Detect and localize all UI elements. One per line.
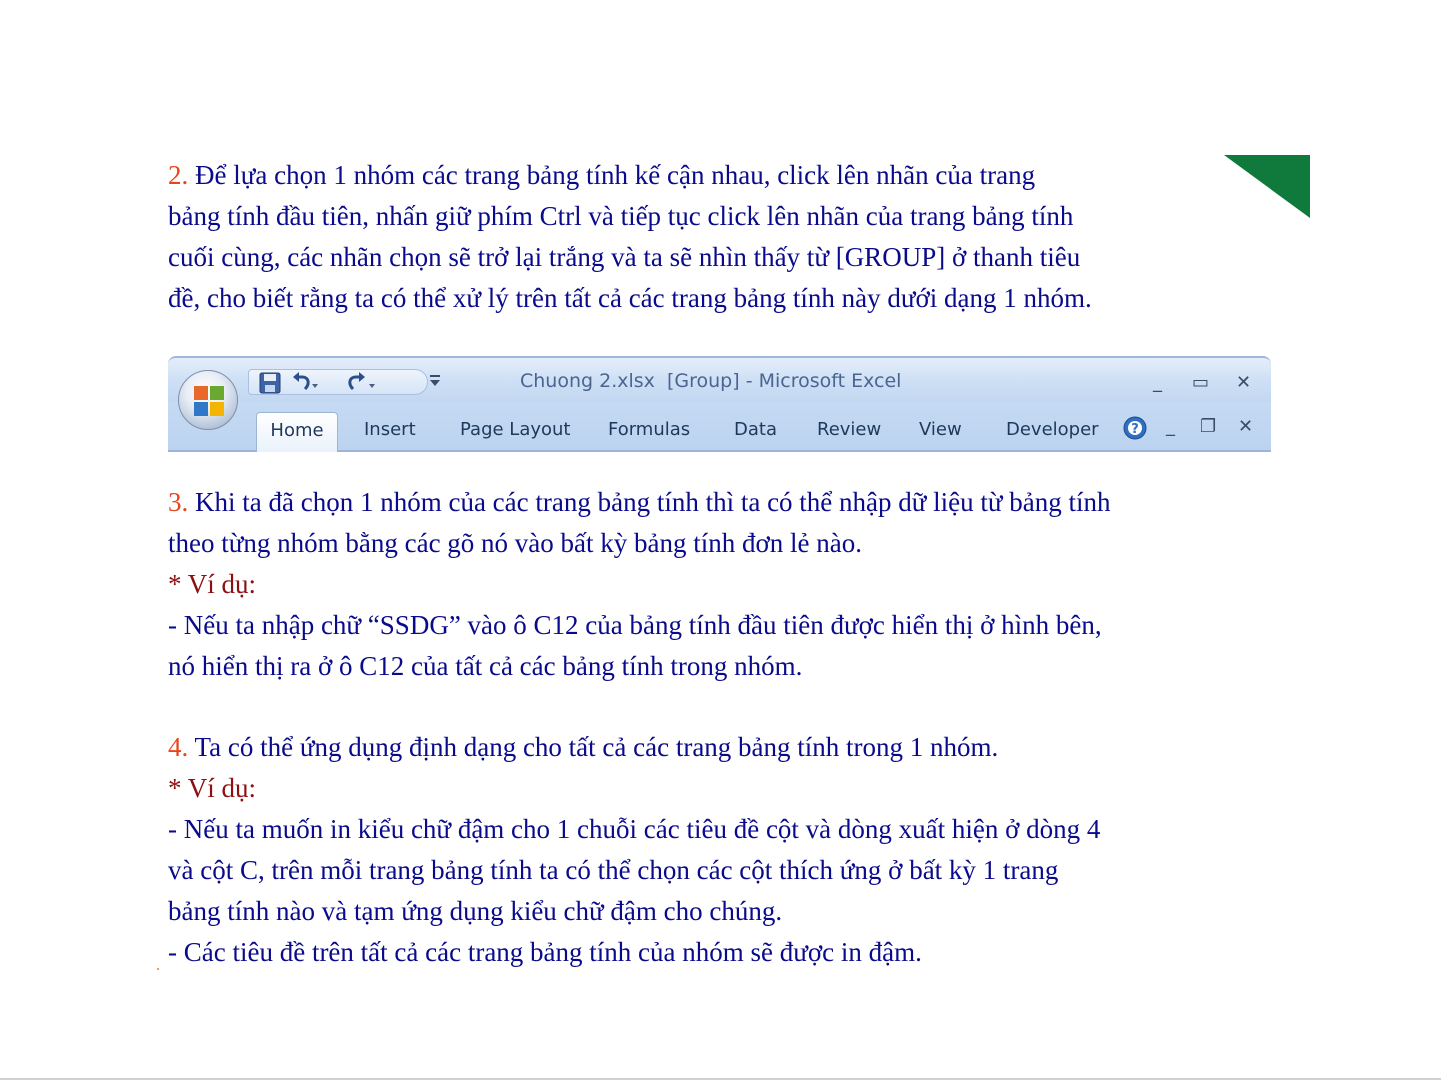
undo-icon[interactable] [289,370,319,396]
minimize-button[interactable]: _ [1153,372,1162,393]
paragraph-4-line-1: 4. Ta có thể ứng dụng định dạng cho tất … [168,727,1100,768]
stray-dot [157,968,159,970]
paragraph-2-line-1: 2. Để lựa chọn 1 nhóm các trang bảng tín… [168,155,1092,196]
excel-title-bar: Chuong 2.xlsx [Group] - Microsoft Excel … [168,356,1271,402]
tab-review[interactable]: Review [817,412,881,450]
paragraph-4: 4. Ta có thể ứng dụng định dạng cho tất … [168,727,1100,973]
paragraph-3-line-4: - Nếu ta nhập chữ “SSDG” vào ô C12 của b… [168,610,1102,640]
ribbon-tab-bar: Home Insert Page Layout Formulas Data Re… [168,402,1271,452]
tab-data[interactable]: Data [734,412,777,450]
paragraph-3-line-2: theo từng nhóm bằng các gõ nó vào bất kỳ… [168,528,863,558]
paragraph-number: 3. [168,487,189,517]
paragraph-2: 2. Để lựa chọn 1 nhóm các trang bảng tín… [168,155,1092,319]
svg-text:?: ? [1131,422,1139,437]
bottom-divider [0,1078,1441,1080]
customize-qat-icon[interactable] [430,373,440,392]
paragraph-text: Khi ta đã chọn 1 nhóm của các trang bảng… [188,487,1111,517]
paragraph-4-line-3: - Nếu ta muốn in kiểu chữ đậm cho 1 chuỗ… [168,814,1101,844]
tab-page-layout[interactable]: Page Layout [460,412,571,450]
corner-accent-shape [1224,155,1310,218]
paragraph-number: 2. [168,160,189,190]
paragraph-3-line-1: 3. Khi ta đã chọn 1 nhóm của các trang b… [168,482,1111,523]
paragraph-4-line-4: và cột C, trên mỗi trang bảng tính ta có… [168,855,1059,885]
help-icon[interactable]: ? [1123,416,1147,444]
tab-formulas[interactable]: Formulas [608,412,690,450]
paragraph-text: Để lựa chọn 1 nhóm các trang bảng tính k… [188,160,1036,190]
close-button[interactable]: ✕ [1236,372,1251,393]
window-title: Chuong 2.xlsx [Group] - Microsoft Excel [520,370,902,392]
example-label: * Ví dụ: [168,773,257,803]
tab-developer[interactable]: Developer [1006,412,1099,450]
tab-insert[interactable]: Insert [364,412,416,450]
tab-view[interactable]: View [919,412,962,450]
paragraph-number: 4. [168,732,189,762]
excel-ribbon-screenshot: Chuong 2.xlsx [Group] - Microsoft Excel … [168,356,1271,452]
office-logo-icon [194,386,224,416]
ribbon-minimize-button[interactable]: _ [1166,416,1175,437]
example-label: * Ví dụ: [168,569,257,599]
maximize-button[interactable]: ▭ [1192,372,1209,393]
redo-icon[interactable] [347,370,377,396]
paragraph-2-line-3: cuối cùng, các nhãn chọn sẽ trở lại trắn… [168,242,1081,272]
paragraph-4-line-6: - Các tiêu đề trên tất cả các trang bảng… [168,937,922,967]
paragraph-4-line-5: bảng tính nào và tạm ứng dụng kiểu chữ đ… [168,896,783,926]
quick-access-toolbar [248,369,428,395]
paragraph-2-line-4: đề, cho biết rằng ta có thể xử lý trên t… [168,283,1092,313]
office-button[interactable] [178,370,238,430]
paragraph-2-line-2: bảng tính đầu tiên, nhấn giữ phím Ctrl v… [168,201,1074,231]
tab-home[interactable]: Home [256,412,338,452]
paragraph-text: Ta có thể ứng dụng định dạng cho tất cả … [188,732,999,762]
ribbon-close-button[interactable]: ✕ [1238,416,1253,437]
ribbon-restore-button[interactable]: ❐ [1200,416,1216,437]
paragraph-3-line-5: nó hiển thị ra ở ô C12 của tất cả các bả… [168,651,803,681]
paragraph-3: 3. Khi ta đã chọn 1 nhóm của các trang b… [168,482,1111,687]
save-icon[interactable] [259,370,281,396]
